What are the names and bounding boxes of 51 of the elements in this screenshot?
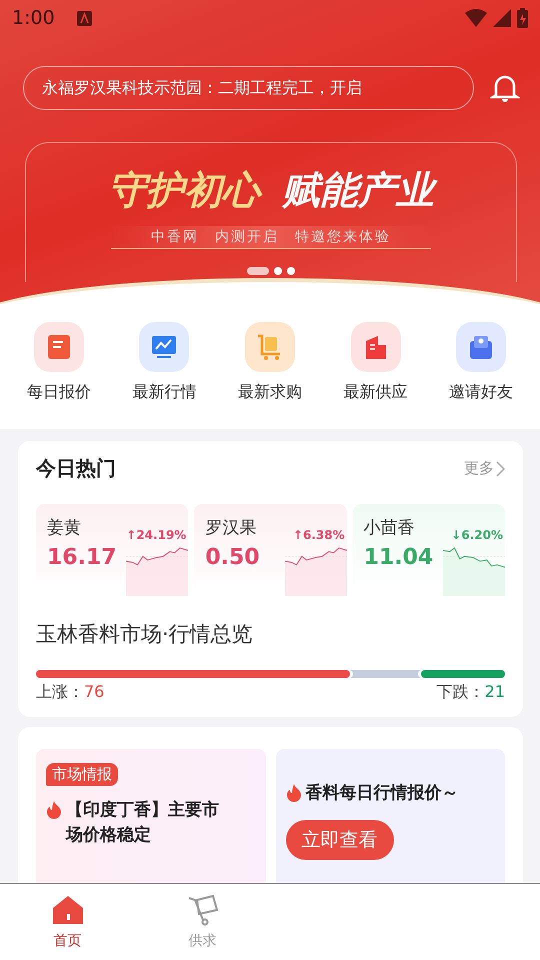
price-change: ↑6.38% (292, 528, 345, 542)
signal-icon (493, 9, 511, 27)
shortcut-label[interactable]: 邀请好友 (449, 382, 514, 403)
product-price: 0.50 (205, 545, 260, 570)
cart-icon[interactable] (244, 322, 295, 372)
fall-count: 21 (484, 682, 505, 703)
battery-icon (517, 8, 528, 28)
overview-title: 玉林香料市场·行情总览 (36, 621, 254, 648)
building-icon[interactable] (350, 322, 401, 372)
price-change: ↑24.19% (126, 528, 186, 542)
market-news-tag: 市场情报 (46, 763, 118, 786)
product-name: 罗汉果 (205, 517, 258, 539)
price-change: ↓6.20% (451, 528, 503, 542)
flame-icon (286, 784, 302, 802)
receipt-icon[interactable] (34, 322, 84, 372)
status-time: 1:00 (12, 7, 55, 29)
quote-panel[interactable]: 香料每日行情报价～ 立即查看 (276, 749, 505, 883)
notice-bar[interactable]: 永福罗汉果科技示范园：二期工程完工，开启 (23, 66, 474, 110)
tab-bar-item[interactable]: 首页 (0, 884, 135, 960)
product-price: 11.04 (364, 545, 434, 570)
bell-icon[interactable] (490, 73, 520, 103)
banner-subtitle: 中香网 内测开启 特邀您来体验 (111, 226, 431, 249)
view-now-button[interactable]: 立即查看 (286, 820, 394, 860)
person-card-icon[interactable] (456, 322, 506, 372)
flame-icon (46, 801, 62, 819)
rise-count: 76 (84, 682, 104, 703)
promo-banner[interactable]: 守护初心 赋能产业 中香网 内测开启 特邀您来体验 (25, 142, 517, 282)
product-price: 16.17 (47, 545, 117, 570)
chart-monitor-icon[interactable] (139, 322, 190, 372)
price-card[interactable]: 罗汉果 0.50 ↑6.38% (194, 504, 347, 596)
fall-label: 下跌： (436, 682, 485, 703)
news-headline: 【印度丁香】主要市场价格稳定 (66, 799, 220, 847)
price-card[interactable]: 姜黄 16.17 ↑24.19% (36, 504, 188, 596)
keyboard-a-icon (76, 10, 92, 26)
shortcut-label[interactable]: 最新供应 (344, 382, 408, 403)
section-title: 今日热门 (36, 455, 116, 482)
price-card[interactable]: 小茴香 11.04 ↓6.20% (352, 504, 505, 596)
shortcut-label[interactable]: 最新求购 (238, 382, 302, 403)
wifi-icon (465, 9, 487, 27)
banner-headline: 守护初心 (108, 165, 260, 216)
home-icon (52, 894, 84, 926)
carousel-dot[interactable] (287, 267, 295, 275)
shortcut-label[interactable]: 每日报价 (26, 382, 91, 403)
product-name: 小茴香 (364, 517, 416, 539)
shortcut-label[interactable]: 最新行情 (132, 382, 196, 403)
rise-label: 上涨： (36, 682, 84, 703)
chevron-icon (496, 460, 505, 476)
quote-headline: 香料每日行情报价～ (306, 782, 458, 805)
carousel-dot[interactable] (274, 267, 282, 275)
news-panel[interactable]: 市场情报 【印度丁香】主要市场价格稳定 (36, 749, 266, 883)
product-name: 姜黄 (47, 517, 82, 539)
